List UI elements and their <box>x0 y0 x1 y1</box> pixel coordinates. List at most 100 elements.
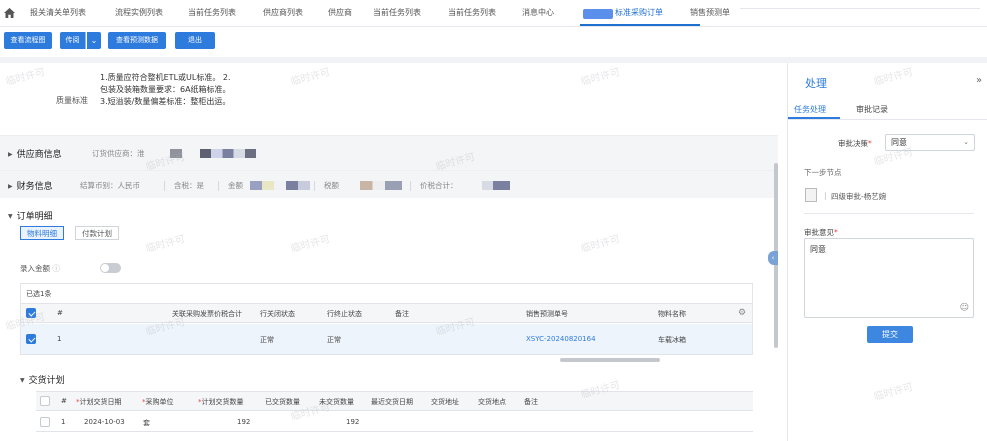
exit-button[interactable]: 退出 <box>175 32 215 49</box>
tab-process-instances[interactable]: 流程实例列表 <box>115 7 163 19</box>
watermark: 临时许可 <box>579 233 622 255</box>
delivery-row-unit: 套 <box>143 419 150 427</box>
horizontal-scrollbar[interactable] <box>560 358 660 362</box>
help-icon: ⓘ <box>52 264 60 273</box>
delivery-plan-title[interactable]: ▼ 交货计划 <box>20 373 65 386</box>
settings-gear-icon[interactable]: ⚙ <box>738 308 746 318</box>
order-subtabs: 物料明细 付款计划 <box>20 226 150 242</box>
circulate-button[interactable]: 传阅 <box>60 32 86 49</box>
delivery-row-plan-qty: 192 <box>237 418 251 426</box>
divider <box>804 213 974 214</box>
home-icon[interactable] <box>4 8 15 18</box>
tab-task-handling[interactable]: 任务处理 <box>794 104 826 115</box>
tab-message-center[interactable]: 消息中心 <box>522 7 554 19</box>
watermark: 临时许可 <box>872 381 915 403</box>
row-stop-status: 正常 <box>327 336 341 344</box>
tax-included-field: 含税：是 <box>174 181 204 190</box>
col-forecast-no: 销售预测单号 <box>526 310 568 318</box>
watermark: 临时许可 <box>289 233 332 255</box>
col-delivered-qty: 已交货数量 <box>265 398 300 406</box>
redacted-tab-prefix <box>583 9 613 19</box>
expand-icon[interactable]: » <box>976 75 982 86</box>
col-close-status: 行关闭状态 <box>260 310 295 318</box>
col-delivery-remark: 备注 <box>524 398 538 406</box>
finance-section-title[interactable]: ▶ 财务信息 <box>8 179 53 192</box>
watermark: 临时许可 <box>289 66 332 88</box>
top-nav: 报关清关单列表 流程实例列表 当前任务列表 供应商列表 供应商 当前任务列表 当… <box>0 0 987 27</box>
supplier-field: 订货供应商：淮 <box>92 149 145 158</box>
quality-line-2: 包装及装箱数量要求：6A纸箱标准。 <box>100 85 231 94</box>
finance-section[interactable]: ▶ 财务信息 结算币别：人民币 含税：是 金额 税额 价税合计： <box>0 170 778 198</box>
col-purchase-unit: *采购单位 <box>142 398 174 406</box>
col-material-name: 物料名称 <box>658 310 686 318</box>
row-forecast-link[interactable]: XSYC-20240820164 <box>526 335 596 343</box>
caret-right-icon: ▶ <box>8 183 13 190</box>
supplier-section-title[interactable]: ▶ 供应商信息 <box>8 147 62 160</box>
divider <box>410 181 411 191</box>
redacted-block <box>360 181 402 190</box>
supplier-section[interactable]: ▶ 供应商信息 订货供应商：淮 <box>0 135 778 170</box>
chevron-down-icon: ⌄ <box>963 138 969 146</box>
quality-line-1: 1.质量应符合整机ETL或UL标准。 2. <box>100 73 231 82</box>
watermark: 临时许可 <box>4 66 47 88</box>
smile-icon[interactable]: ☺ <box>960 303 969 313</box>
tax-amount-field: 税额 <box>324 181 339 190</box>
opinion-text: 同意 <box>810 245 826 254</box>
submit-button[interactable]: 提交 <box>867 326 913 343</box>
tab-current-tasks-1[interactable]: 当前任务列表 <box>188 7 236 19</box>
amount-entry-label: 录入金额 ⓘ <box>20 264 60 273</box>
total-field: 价税合计： <box>420 181 458 190</box>
opinion-textarea[interactable]: 同意 ☺ <box>804 238 974 318</box>
col-delivery-place: 交货地点 <box>478 398 506 406</box>
delivery-row-undelivered: 192 <box>346 418 360 426</box>
tab-approval-records[interactable]: 审批记录 <box>856 104 888 115</box>
amount-entry-toggle[interactable] <box>100 263 121 273</box>
chevron-down-icon[interactable]: ⌄ <box>87 32 101 49</box>
divider <box>314 181 315 191</box>
decision-select[interactable]: 同意 ⌄ <box>885 134 975 151</box>
delivery-row-date: 2024-10-03 <box>84 418 125 426</box>
nav-divider <box>740 8 980 9</box>
tab-divider <box>788 119 987 120</box>
delivery-row-checkbox[interactable] <box>40 417 50 427</box>
amount-field: 金额 <box>228 181 243 190</box>
avatar <box>805 188 817 202</box>
caret-right-icon: ▶ <box>8 151 13 158</box>
tab-supplier[interactable]: 供应商 <box>328 7 352 19</box>
tab-customs-list[interactable]: 报关清关单列表 <box>30 7 86 19</box>
redacted-block <box>170 149 182 158</box>
col-stop-status: 行终止状态 <box>327 310 362 318</box>
delivery-select-all-checkbox[interactable] <box>40 396 50 406</box>
tab-sales-forecast[interactable]: 销售预测单 <box>690 7 730 19</box>
col-plan-date: *计划交货日期 <box>76 398 122 406</box>
row-index: 1 <box>57 335 62 343</box>
row-close-status: 正常 <box>260 336 274 344</box>
tab-current-tasks-2[interactable]: 当前任务列表 <box>373 7 421 19</box>
process-panel: 处理 » 任务处理 审批记录 审批决策* 同意 ⌄ 下一步节点 | 四级审批-杨… <box>787 63 987 441</box>
table-row[interactable] <box>21 324 752 354</box>
tab-material-details[interactable]: 物料明细 <box>20 226 64 240</box>
caret-down-icon: ▼ <box>8 213 13 220</box>
quality-standard-label: 质量标准 <box>56 96 88 105</box>
row-material-name: 车载冰箱 <box>658 336 686 344</box>
collapse-panel-icon[interactable]: ‹ <box>768 251 778 265</box>
col-delivery-address: 交货地址 <box>431 398 459 406</box>
delivery-row-index: 1 <box>61 418 66 426</box>
col-delivery-index: # <box>61 397 67 405</box>
quality-line-3: 3.短溢装/数量偏差标准：整柜出运。 <box>100 97 231 106</box>
order-details-title[interactable]: ▼ 订单明细 <box>8 209 53 222</box>
row-checkbox[interactable] <box>26 334 36 344</box>
panel-title: 处理 <box>805 77 827 90</box>
view-flowchart-button[interactable]: 查看流程图 <box>4 32 52 49</box>
material-table-header <box>21 303 752 323</box>
tab-payment-plan[interactable]: 付款计划 <box>75 226 119 240</box>
select-all-checkbox[interactable] <box>26 308 36 318</box>
view-forecast-button[interactable]: 查看预测数据 <box>108 32 166 49</box>
col-index: # <box>57 309 63 317</box>
tab-standard-purchase-order[interactable]: 标准采购订单 <box>615 7 663 19</box>
tab-current-tasks-3[interactable]: 当前任务列表 <box>448 7 496 19</box>
tab-supplier-list[interactable]: 供应商列表 <box>263 7 303 19</box>
col-undelivered-qty: 未交货数量 <box>319 398 354 406</box>
toolbar: 查看流程图 传阅 ⌄ 查看预测数据 退出 <box>0 30 987 52</box>
col-remark: 备注 <box>395 310 409 318</box>
